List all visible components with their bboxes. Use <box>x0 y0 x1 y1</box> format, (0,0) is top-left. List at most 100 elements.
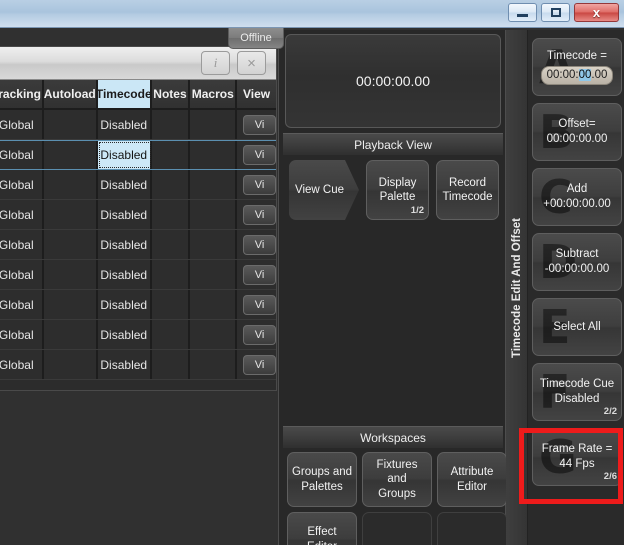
cell-autoload[interactable] <box>43 141 98 169</box>
cell-view[interactable]: Vi <box>237 141 276 169</box>
cell-autoload[interactable] <box>43 110 98 139</box>
cell-view[interactable]: Vi <box>237 290 276 319</box>
cell-notes[interactable] <box>151 320 191 349</box>
cell-notes[interactable] <box>151 260 191 289</box>
workspace-button[interactable]: Fixtures and Groups <box>362 452 432 507</box>
table-row[interactable]: Global Disabled Vi <box>0 350 276 380</box>
maximize-button[interactable] <box>541 3 570 22</box>
view-button[interactable]: Vi <box>243 234 276 255</box>
table-row[interactable]: Global Disabled Vi <box>0 140 276 170</box>
cell-tracking[interactable]: Global <box>0 350 44 379</box>
cell-timecode[interactable]: Disabled <box>98 260 152 289</box>
cell-view[interactable]: Vi <box>237 170 276 199</box>
cell-notes[interactable] <box>151 230 191 259</box>
cell-tracking[interactable]: Global <box>0 170 44 199</box>
cell-tracking[interactable]: Global <box>0 230 44 259</box>
cell-macros[interactable] <box>190 141 238 169</box>
timecode-button-frame-rate[interactable]: G Frame Rate = 44 Fps 2/6 <box>532 428 622 486</box>
table-row[interactable]: Global Disabled Vi <box>0 260 276 290</box>
cell-tracking[interactable]: Global <box>0 320 44 349</box>
cell-macros[interactable] <box>190 290 238 319</box>
column-header-autoload[interactable]: Autoload <box>43 80 98 110</box>
cell-view[interactable]: Vi <box>237 110 276 139</box>
table-row[interactable]: Global Disabled Vi <box>0 200 276 230</box>
cell-autoload[interactable] <box>43 350 98 379</box>
cell-timecode[interactable]: Disabled <box>98 290 152 319</box>
dialog-close-button[interactable]: × <box>237 51 266 75</box>
view-button[interactable]: Vi <box>243 294 276 315</box>
cell-timecode[interactable]: Disabled <box>98 350 152 379</box>
cell-timecode[interactable]: Disabled <box>98 320 152 349</box>
cell-macros[interactable] <box>190 260 238 289</box>
cell-macros[interactable] <box>190 350 238 379</box>
view-button[interactable]: Vi <box>243 174 276 195</box>
workspace-button[interactable]: Groups and Palettes <box>287 452 357 507</box>
cell-autoload[interactable] <box>43 260 98 289</box>
close-button[interactable]: x <box>574 3 619 22</box>
cell-view[interactable]: Vi <box>237 320 276 349</box>
cell-notes[interactable] <box>151 200 191 229</box>
column-header-tracking[interactable]: Tracking <box>0 80 44 110</box>
view-cue-button[interactable]: View Cue <box>289 160 359 220</box>
view-button[interactable]: Vi <box>243 264 276 285</box>
cell-timecode[interactable]: Disabled <box>98 141 152 169</box>
table-row[interactable]: Global Disabled Vi <box>0 230 276 260</box>
minimize-button[interactable] <box>508 3 537 22</box>
workspace-button[interactable]: Effect Editor <box>287 512 357 545</box>
view-button[interactable]: Vi <box>243 354 276 375</box>
cell-view[interactable]: Vi <box>237 260 276 289</box>
cell-tracking[interactable]: Global <box>0 110 44 139</box>
cell-timecode[interactable]: Disabled <box>98 200 152 229</box>
timecode-button-offset[interactable]: B Offset= 00:00:00.00 <box>532 103 622 161</box>
cell-autoload[interactable] <box>43 290 98 319</box>
view-button[interactable]: Vi <box>243 114 276 135</box>
cell-notes[interactable] <box>151 290 191 319</box>
cell-timecode[interactable]: Disabled <box>98 230 152 259</box>
cell-macros[interactable] <box>190 110 238 139</box>
record-timecode-button[interactable]: Record Timecode <box>436 160 499 220</box>
table-row[interactable]: Global Disabled Vi <box>0 290 276 320</box>
cell-macros[interactable] <box>190 200 238 229</box>
cell-timecode[interactable]: Disabled <box>98 110 152 139</box>
view-button[interactable]: Vi <box>243 324 276 345</box>
view-button[interactable]: Vi <box>243 204 276 225</box>
workspace-button[interactable]: Attribute Editor <box>437 452 507 507</box>
table-row[interactable]: Global Disabled Vi <box>0 170 276 200</box>
column-header-timecode[interactable]: Timecode <box>98 80 152 110</box>
table-row[interactable]: Global Disabled Vi <box>0 110 276 140</box>
cue-table[interactable]: TrackingAutoloadTimecodeNotesMacrosViewG… <box>0 80 276 380</box>
cell-notes[interactable] <box>151 110 191 139</box>
workspace-slot-empty[interactable] <box>362 512 432 545</box>
column-header-view[interactable]: View <box>237 80 276 110</box>
cell-macros[interactable] <box>190 230 238 259</box>
cell-tracking[interactable]: Global <box>0 200 44 229</box>
timecode-button-select-all[interactable]: E Select All <box>532 298 622 356</box>
cell-notes[interactable] <box>151 141 191 169</box>
cell-autoload[interactable] <box>43 230 98 259</box>
cell-timecode[interactable]: Disabled <box>98 170 152 199</box>
cell-macros[interactable] <box>190 320 238 349</box>
column-header-notes[interactable]: Notes <box>151 80 191 110</box>
display-palette-button[interactable]: Display Palette 1/2 <box>366 160 429 220</box>
cell-tracking[interactable]: Global <box>0 260 44 289</box>
cell-macros[interactable] <box>190 170 238 199</box>
timecode-button-timecode[interactable]: ATimecode =00:00:00.00 <box>532 38 622 96</box>
dialog-info-button[interactable]: i <box>201 51 230 75</box>
cell-notes[interactable] <box>151 350 191 379</box>
workspace-slot-empty[interactable] <box>437 512 507 545</box>
timecode-button-add[interactable]: C Add +00:00:00.00 <box>532 168 622 226</box>
cell-autoload[interactable] <box>43 170 98 199</box>
timecode-button-subtract[interactable]: D Subtract -00:00:00.00 <box>532 233 622 291</box>
cell-view[interactable]: Vi <box>237 230 276 259</box>
cell-view[interactable]: Vi <box>237 200 276 229</box>
cell-tracking[interactable]: Global <box>0 141 44 169</box>
timecode-button-timecode-cue[interactable]: F Timecode Cue Disabled 2/2 <box>532 363 622 421</box>
cell-autoload[interactable] <box>43 200 98 229</box>
column-header-macros[interactable]: Macros <box>190 80 238 110</box>
cell-autoload[interactable] <box>43 320 98 349</box>
view-button[interactable]: Vi <box>243 145 276 165</box>
table-row[interactable]: Global Disabled Vi <box>0 320 276 350</box>
timecode-value-field[interactable]: 00:00:00.00 <box>540 66 614 85</box>
cell-tracking[interactable]: Global <box>0 290 44 319</box>
cell-notes[interactable] <box>151 170 191 199</box>
